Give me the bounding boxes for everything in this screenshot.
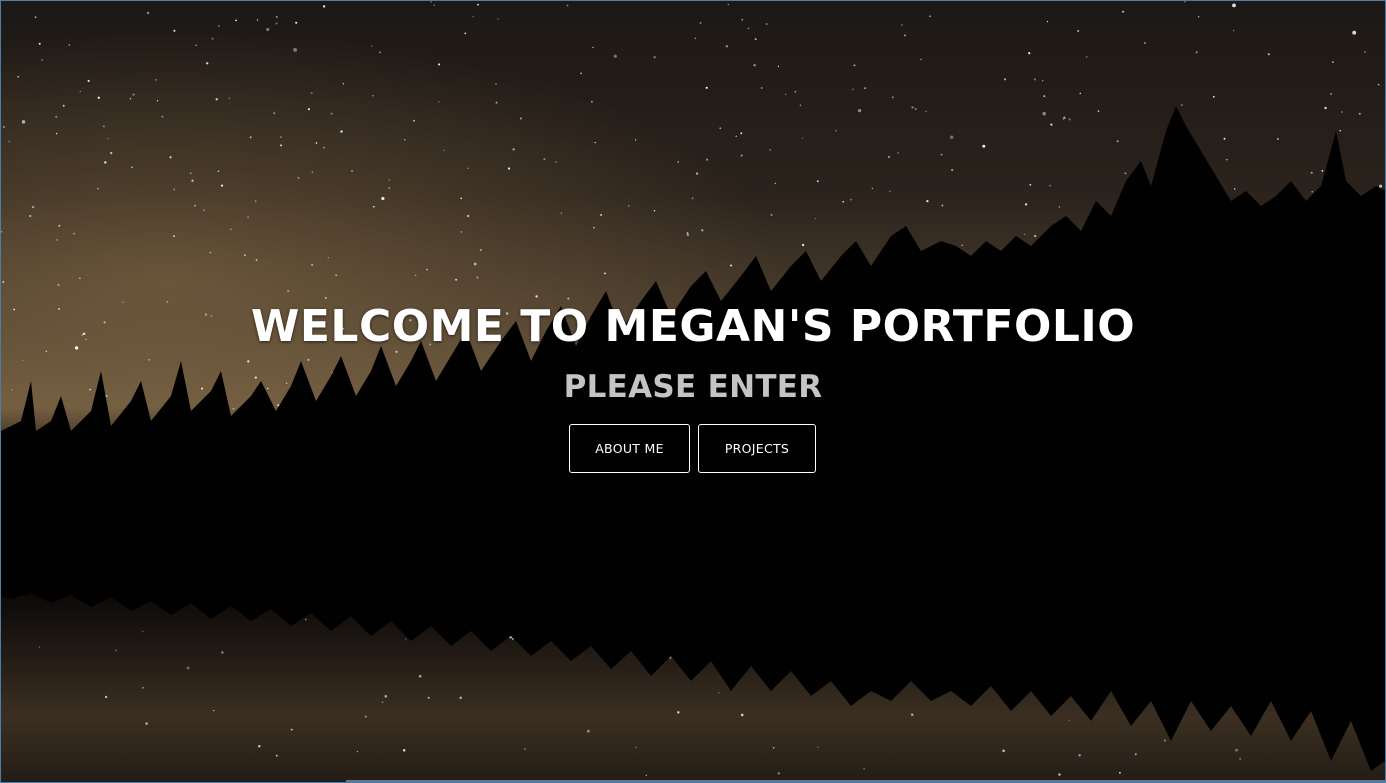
hero-section: WELCOME TO MEGAN'S PORTFOLIO PLEASE ENTE…: [1, 1, 1385, 782]
projects-button[interactable]: PROJECTS: [698, 424, 816, 473]
hero-subtitle: PLEASE ENTER: [563, 369, 823, 405]
window-bottom-edge: [346, 780, 1385, 782]
hero-title: WELCOME TO MEGAN'S PORTFOLIO: [250, 301, 1136, 352]
viewport: WELCOME TO MEGAN'S PORTFOLIO PLEASE ENTE…: [0, 0, 1386, 783]
about-me-button[interactable]: ABOUT ME: [569, 424, 690, 473]
